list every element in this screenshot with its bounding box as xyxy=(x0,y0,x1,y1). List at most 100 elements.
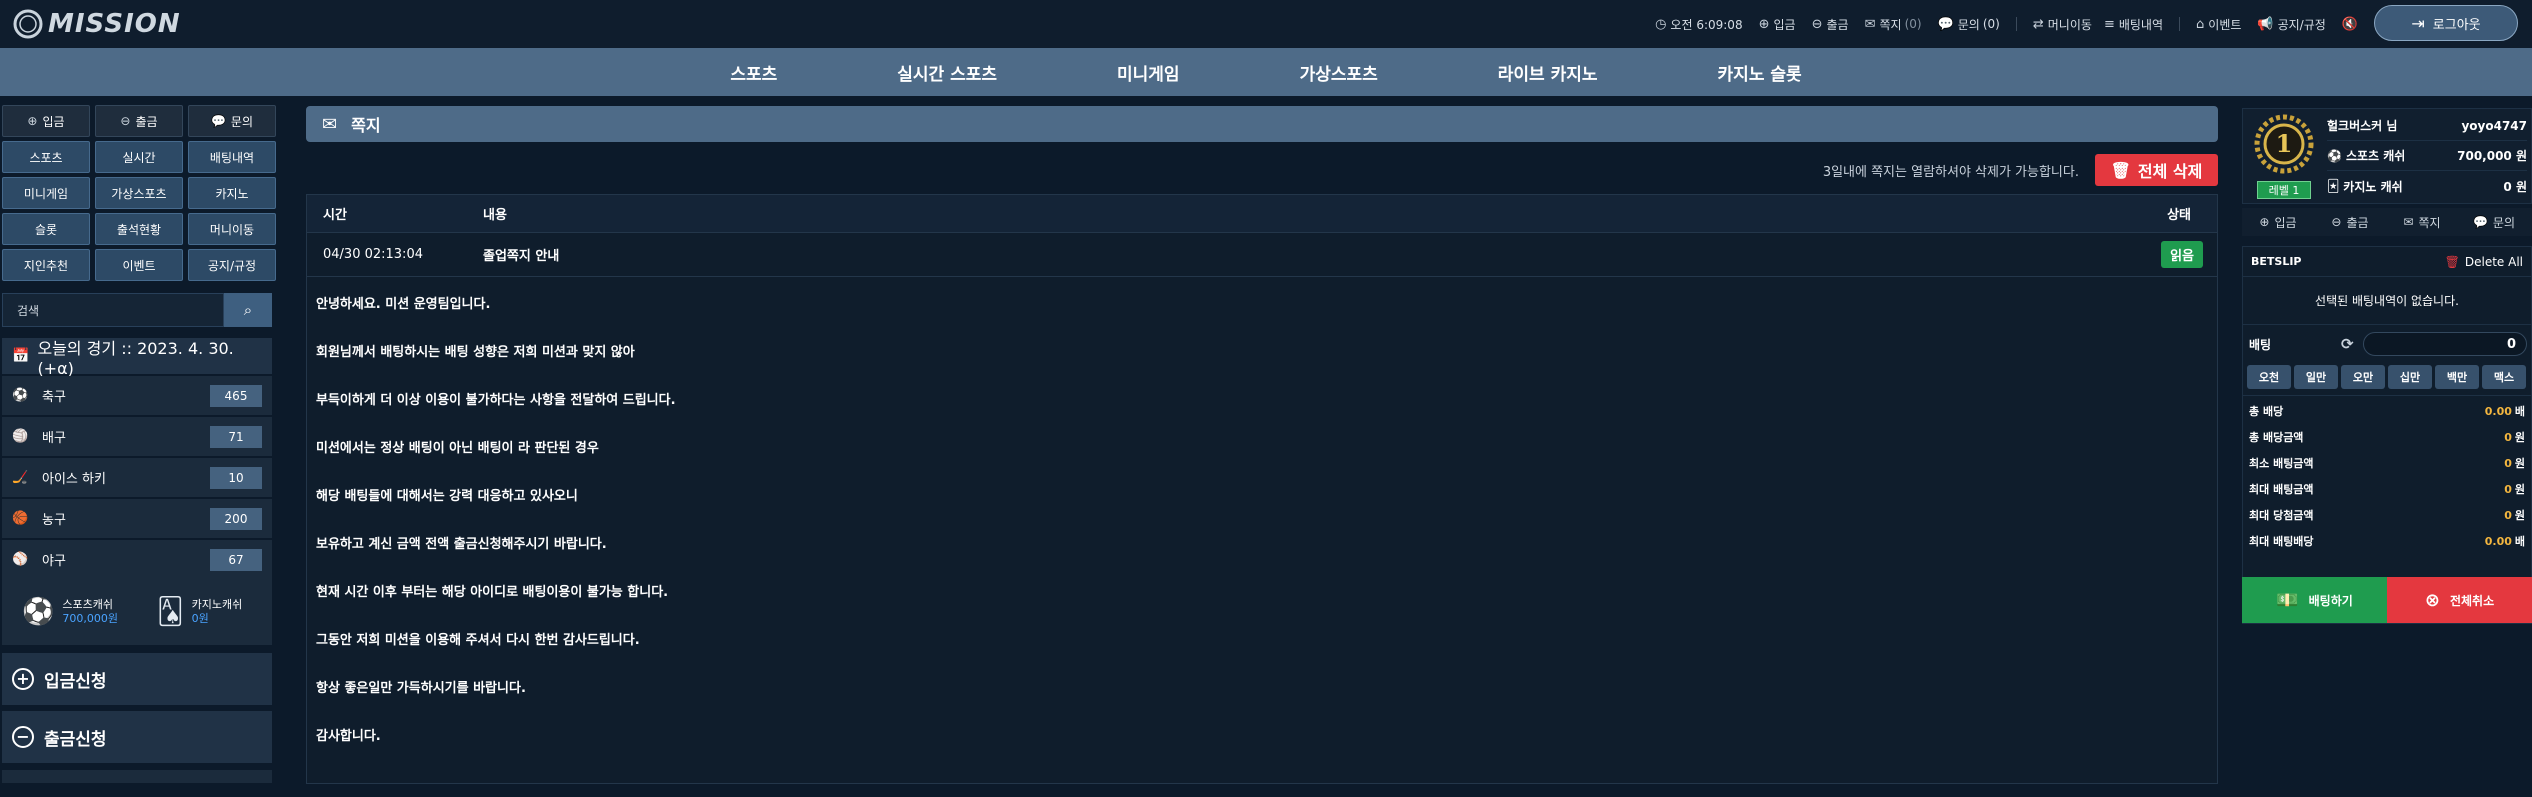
sport-item-baseball[interactable]: ⚾ 야구 67 xyxy=(2,540,272,579)
header-link-withdraw[interactable]: ⊖ 출금 xyxy=(1812,16,1849,33)
nav-item-minigame[interactable]: 미니게임 xyxy=(1117,60,1180,85)
place-bet-button[interactable]: 💵 배팅하기 xyxy=(2242,577,2387,623)
nav-item-virtual-sports[interactable]: 가상스포츠 xyxy=(1300,60,1378,85)
profile-name-row: 헐크버스커 님 yoyo4747 xyxy=(2327,111,2527,141)
header-link-label: 쪽지 xyxy=(1879,17,1902,32)
quick-live-button[interactable]: 실시간 xyxy=(95,141,183,173)
betslip-title: BETSLIP xyxy=(2251,255,2302,268)
logout-button[interactable]: ⇥ 로그아웃 xyxy=(2374,5,2518,41)
profile-message-link[interactable]: ✉ 쪽지 xyxy=(2386,208,2458,236)
bet-amount-input[interactable]: 0 xyxy=(2363,332,2527,356)
cancel-all-button[interactable]: ⊗ 전체취소 xyxy=(2387,577,2532,623)
minus-circle-icon: − xyxy=(12,726,34,748)
quick-withdraw-button[interactable]: ⊖ 출금 xyxy=(95,105,183,137)
site-logo[interactable]: MISSION xyxy=(10,6,181,42)
sport-item-ice-hockey[interactable]: 🏒 아이스 하키 10 xyxy=(2,458,272,497)
stat-value: 0 xyxy=(2504,456,2512,470)
betslip-delete-all-button[interactable]: 🗑 Delete All xyxy=(2445,255,2523,269)
casino-cash-value: 0원 xyxy=(191,612,209,625)
table-row[interactable]: 04/30 02:13:04 졸업쪽지 안내 읽음 xyxy=(307,233,2217,277)
deposit-apply-toggle[interactable]: + 입금신청 xyxy=(2,653,272,705)
message-line: 항상 좋은일만 가득하시기를 바랍니다. xyxy=(316,681,526,696)
nav-item-casino-slot[interactable]: 카지노 슬롯 xyxy=(1718,60,1802,85)
level-label: 레벨 1 xyxy=(2257,181,2311,199)
status-badge: 읽음 xyxy=(2161,241,2203,268)
sports-list: ⚽ 축구 465 🏐 배구 71 🏒 아이스 하키 10 🏀 농구 200 ⚾ 야구 67 xyxy=(2,376,272,581)
megaphone-icon: 📢 xyxy=(2257,16,2274,32)
stat-value: 0 xyxy=(2504,430,2512,444)
quick-minigame-button[interactable]: 미니게임 xyxy=(2,177,90,209)
betslip-panel: BETSLIP 🗑 Delete All 선택된 배팅내역이 없습니다. 배팅 ⟳… xyxy=(2242,246,2532,624)
sport-item-volleyball[interactable]: 🏐 배구 71 xyxy=(2,417,272,456)
stat-value: 0.00 xyxy=(2484,534,2512,548)
mail-icon: ✉ xyxy=(1864,16,1876,32)
baseball-icon: ⚾ xyxy=(12,552,29,567)
stat-max-odds: 최대 배팅배당 0.00 배 xyxy=(2249,528,2525,554)
search-input[interactable]: 검색 xyxy=(2,293,224,327)
sport-item-basketball[interactable]: 🏀 농구 200 xyxy=(2,499,272,538)
header-link-inquiry[interactable]: 💬 문의 (0) xyxy=(1938,16,2000,33)
nav-item-live-sports[interactable]: 실시간 스포츠 xyxy=(897,60,997,85)
amount-5000-button[interactable]: 오천 xyxy=(2247,365,2291,389)
money-icon: 💵 xyxy=(2276,589,2299,611)
sports-cash-value: 700,000원 xyxy=(62,612,118,625)
profile-deposit-link[interactable]: ⊕ 입금 xyxy=(2242,208,2314,236)
amount-50000-button[interactable]: 오만 xyxy=(2341,365,2385,389)
delete-notice-bar: 3일내에 쪽지는 열람하셔야 삭제가 가능합니다. 🗑 전체 삭제 xyxy=(1823,154,2218,186)
quick-inquiry-button[interactable]: 💬 문의 xyxy=(188,105,276,137)
header-link-notice[interactable]: 📢 공지/규정 xyxy=(2257,16,2325,33)
quick-money-transfer-button[interactable]: 머니이동 xyxy=(188,213,276,245)
profile-quick-links: ⊕ 입금 ⊖ 출금 ✉ 쪽지 💬 문의 xyxy=(2242,208,2532,236)
quick-slot-button[interactable]: 슬롯 xyxy=(2,213,90,245)
message-subject[interactable]: 졸업쪽지 안내 xyxy=(483,245,559,264)
header-link-message[interactable]: ✉ 쪽지 (0) xyxy=(1865,16,1922,33)
header-link-deposit[interactable]: ⊕ 입금 xyxy=(1759,16,1796,33)
sport-count: 71 xyxy=(210,426,262,448)
quick-referral-button[interactable]: 지인추천 xyxy=(2,249,90,281)
sport-item-soccer[interactable]: ⚽ 축구 465 xyxy=(2,376,272,415)
clock-icon: ◷ xyxy=(1655,16,1667,32)
quick-attendance-button[interactable]: 출석현황 xyxy=(95,213,183,245)
withdraw-apply-toggle[interactable]: − 출금신청 xyxy=(2,711,272,763)
quick-deposit-button[interactable]: ⊕ 입금 xyxy=(2,105,90,137)
sound-toggle[interactable]: 🔇 xyxy=(2342,17,2362,32)
header-link-bet-history[interactable]: ≡ 배팅내역 xyxy=(2104,16,2163,33)
level-number: 1 xyxy=(2275,129,2293,158)
stat-unit: 원 xyxy=(2514,431,2525,444)
minus-circle-icon: ⊖ xyxy=(2331,215,2342,229)
header-link-event[interactable]: ⌂ 이벤트 xyxy=(2196,16,2241,33)
logout-icon: ⇥ xyxy=(2411,13,2425,33)
amount-max-button[interactable]: 맥스 xyxy=(2482,365,2526,389)
profile-withdraw-link[interactable]: ⊖ 출금 xyxy=(2314,208,2386,236)
header-link-label: 이벤트 xyxy=(2208,17,2242,32)
stat-total-odds: 총 배당 0.00 배 xyxy=(2249,398,2525,424)
amount-100000-button[interactable]: 십만 xyxy=(2388,365,2432,389)
refresh-icon[interactable]: ⟳ xyxy=(2341,335,2354,353)
nav-item-sports[interactable]: 스포츠 xyxy=(730,60,777,85)
sport-count: 200 xyxy=(210,508,262,530)
bet-amount-row: 배팅 ⟳ 0 xyxy=(2243,325,2531,363)
stat-value: 0.00 xyxy=(2484,404,2512,418)
amount-1000000-button[interactable]: 백만 xyxy=(2435,365,2479,389)
profile-inquiry-link[interactable]: 💬 문의 xyxy=(2458,208,2530,236)
delete-all-button[interactable]: 🗑 전체 삭제 xyxy=(2095,154,2218,186)
search-button[interactable]: ⌕ xyxy=(224,293,272,327)
delete-all-label: 전체 삭제 xyxy=(2137,162,2203,181)
stat-unit: 원 xyxy=(2514,457,2525,470)
quick-casino-button[interactable]: 카지노 xyxy=(188,177,276,209)
level-badge: 1 레벨 1 xyxy=(2251,111,2317,203)
amount-10000-button[interactable]: 일만 xyxy=(2294,365,2338,389)
quick-sports-button[interactable]: 스포츠 xyxy=(2,141,90,173)
quick-notice-button[interactable]: 공지/규정 xyxy=(188,249,276,281)
left-sidebar: ⊕ 입금 ⊖ 출금 💬 문의 스포츠 실시간 배팅내역 미니게임 가상스포츠 카지노 … xyxy=(0,104,276,784)
quick-event-button[interactable]: 이벤트 xyxy=(95,249,183,281)
nav-item-live-casino[interactable]: 라이브 카지노 xyxy=(1498,60,1598,85)
quick-bet-history-button[interactable]: 배팅내역 xyxy=(188,141,276,173)
main-nav: 스포츠 실시간 스포츠 미니게임 가상스포츠 라이브 카지노 카지노 슬롯 xyxy=(0,48,2532,96)
sports-cash-icon: ⚽ xyxy=(22,597,55,627)
sport-name: 배구 xyxy=(42,431,66,446)
quick-virtual-sports-button[interactable]: 가상스포츠 xyxy=(95,177,183,209)
stat-unit: 배 xyxy=(2514,535,2525,548)
sports-cash-label: 스포츠캐쉬 xyxy=(62,598,113,611)
header-link-money-transfer[interactable]: ⇄ 머니이동 xyxy=(2033,16,2092,33)
